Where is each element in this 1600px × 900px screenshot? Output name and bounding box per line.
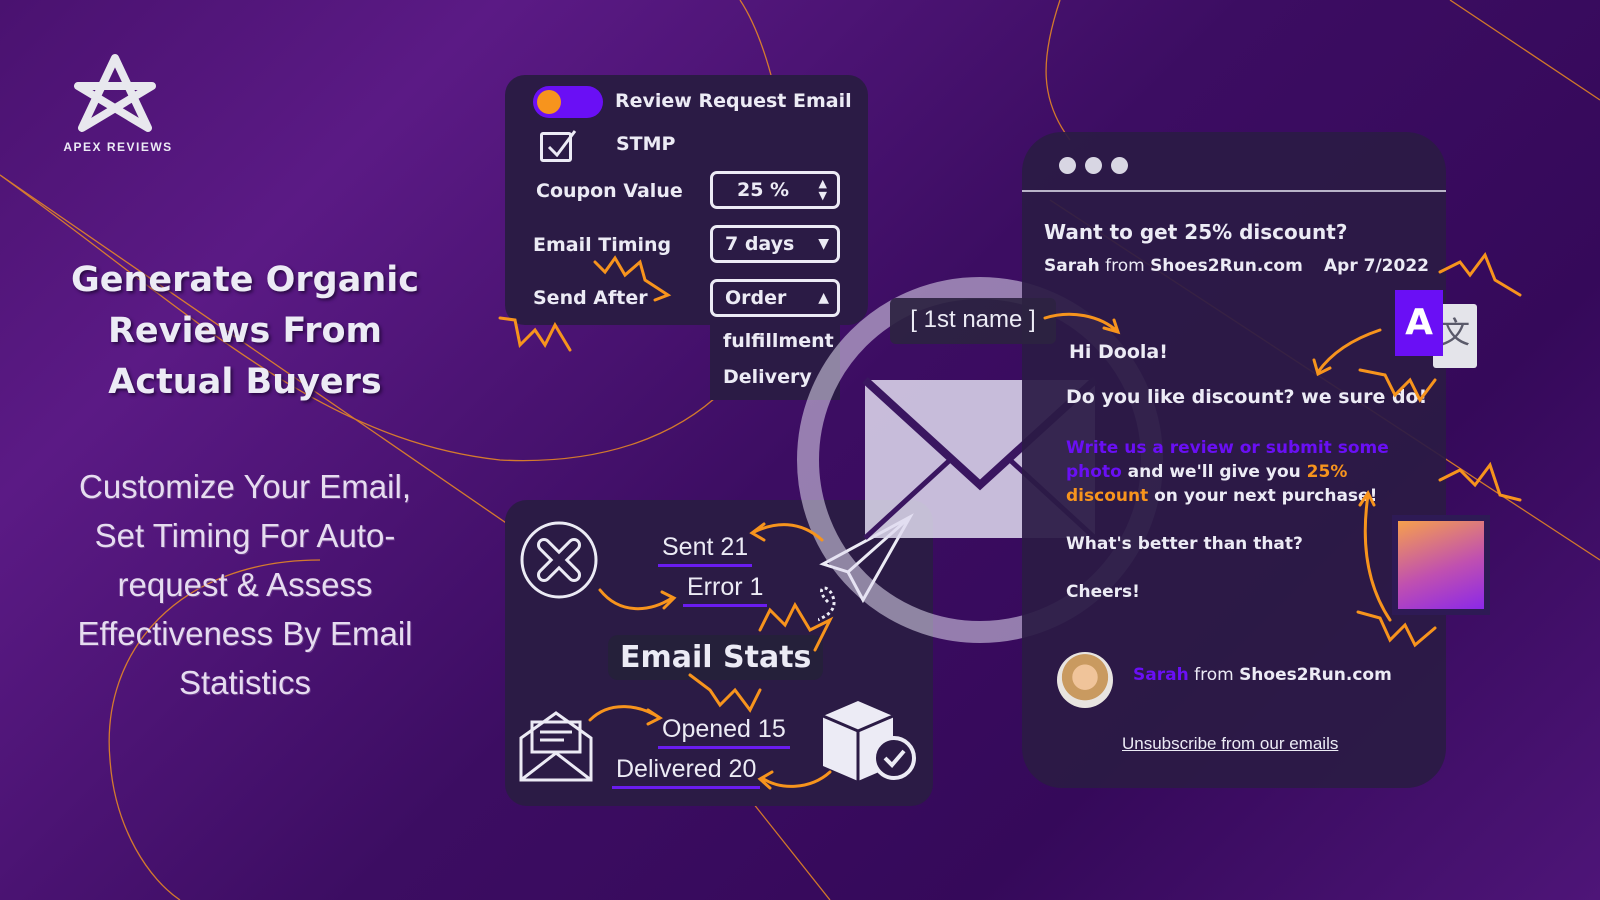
brand-name: APEX REVIEWS (63, 140, 173, 154)
stat-sent: Sent 21 (658, 533, 753, 567)
sender-domain: Shoes2Run.com (1150, 256, 1303, 276)
coupon-value-stepper[interactable]: 25 % ▲ ▼ (710, 171, 840, 209)
subheadline-line: Statistics (178, 664, 312, 701)
toggle-label: Review Request Email (615, 90, 852, 112)
email-line3: What's better than that? (1066, 534, 1303, 554)
email-cta: Write us a review or submit some photo a… (1066, 436, 1416, 508)
email-sender: Sarah from Shoes2Run.com (1044, 256, 1303, 276)
review-request-toggle[interactable] (533, 86, 603, 118)
headline: Generate Organic Reviews From Actual Buy… (40, 255, 450, 408)
subheadline-line: Effectiveness By Email (77, 615, 413, 652)
checkbox-label: STMP (616, 133, 676, 155)
email-subject: Want to get 25% discount? (1044, 220, 1348, 244)
stat-delivered: Delivered 20 (612, 755, 761, 789)
headline-line: Actual Buyers (108, 362, 382, 402)
timing-label: Email Timing (533, 234, 672, 256)
email-date: Apr 7/2022 (1324, 256, 1429, 276)
logo (70, 52, 160, 138)
send-after-value: Order (725, 287, 787, 309)
window-dot (1085, 157, 1102, 174)
subheadline: Customize Your Email, Set Timing For Aut… (40, 462, 450, 707)
subheadline-line: Customize Your Email, (79, 468, 411, 505)
footer-sender: Sarah from Shoes2Run.com (1133, 665, 1392, 685)
stepper-arrows-icon[interactable]: ▲ ▼ (819, 178, 827, 202)
email-greeting: Hi Doola! (1069, 341, 1168, 363)
subheadline-line: Set Timing For Auto- (94, 517, 396, 554)
divider (1022, 190, 1446, 192)
email-timing-select[interactable]: 7 days ▼ (710, 225, 840, 263)
stat-error: Error 1 (683, 573, 768, 607)
first-name-tag: [ 1st name ] (890, 298, 1056, 344)
star-logo-icon (74, 54, 156, 132)
package-delivered-icon (822, 701, 916, 781)
headline-line: Reviews From (107, 311, 383, 351)
footer-domain: Shoes2Run.com (1239, 665, 1392, 685)
error-x-icon (520, 521, 598, 599)
cta-text: on your next purchase! (1148, 486, 1378, 506)
window-dot (1059, 157, 1076, 174)
coupon-label: Coupon Value (536, 180, 683, 202)
open-envelope-icon (519, 711, 593, 782)
sender-name: Sarah (1044, 256, 1100, 276)
checkmark-icon (547, 130, 577, 157)
photo-thumbnail (1392, 515, 1490, 615)
footer-sender-name: Sarah (1133, 665, 1189, 685)
timing-value: 7 days (725, 233, 795, 255)
unsubscribe-link[interactable]: Unsubscribe from our emails (1122, 734, 1338, 754)
stat-opened: Opened 15 (658, 715, 790, 749)
window-dot (1111, 157, 1128, 174)
sender-from: from (1105, 256, 1145, 276)
subheadline-line: request & Assess (117, 566, 373, 603)
stmp-checkbox[interactable] (540, 130, 577, 162)
coupon-value: 25 % (737, 179, 790, 201)
email-line1: Do you like discount? we sure do! (1066, 386, 1428, 408)
avatar (1057, 652, 1113, 708)
translate-letter: A (1395, 290, 1443, 356)
cta-text: and we'll give you (1121, 462, 1307, 482)
email-signoff: Cheers! (1066, 582, 1140, 602)
chevron-down-icon: ▼ (818, 236, 829, 252)
footer-from: from (1194, 665, 1234, 685)
headline-line: Generate Organic (70, 260, 419, 300)
translate-icon[interactable]: 文 A (1395, 290, 1485, 374)
send-after-label: Send After (533, 287, 648, 309)
toggle-knob (537, 90, 561, 114)
